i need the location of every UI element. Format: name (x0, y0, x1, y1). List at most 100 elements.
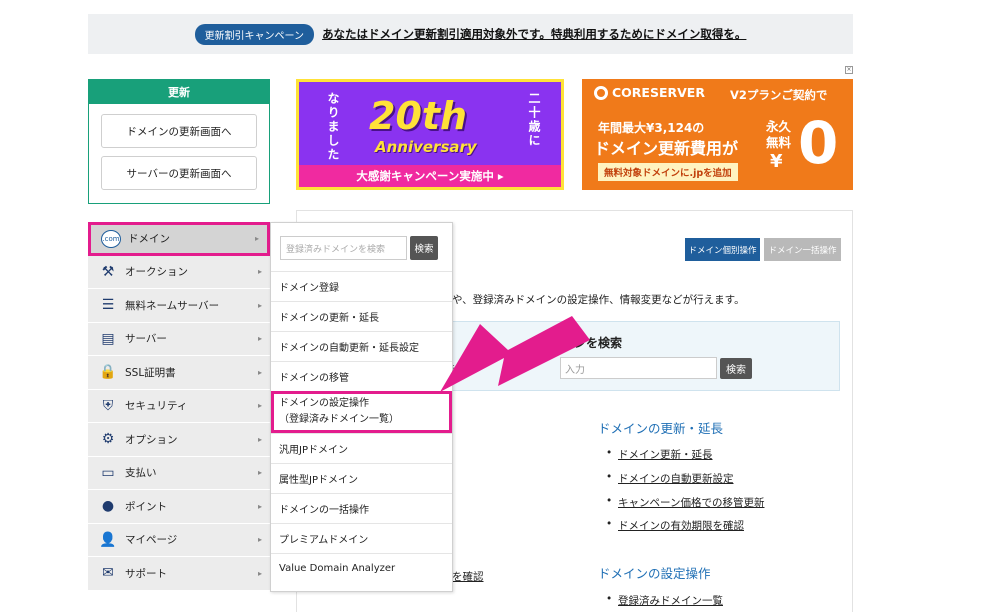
chevron-right-icon: ▸ (257, 367, 262, 377)
left-menu-label: SSL証明書 (125, 366, 176, 379)
campaign-badge: 更新割引キャンペーン (194, 23, 315, 45)
left-menu: .com ドメイン ▸ ⚒ オークション ▸ ☰ 無料ネームサーバー ▸ ▤ サーバー ▸ 🔒 SSL証明… (88, 222, 270, 591)
coreserver-line2: ドメイン更新費用が (594, 139, 739, 158)
coreserver-pill: 無料対象ドメインに.jpを追加 (598, 163, 738, 181)
flyout-item[interactable]: 汎用JPドメイン (271, 433, 452, 463)
domain-search-button[interactable]: 検索 (720, 358, 752, 379)
flyout-list: ドメイン登録 ドメインの更新・延長 ドメインの自動更新・延長設定 ドメインの移管 ドメイ… (271, 271, 452, 583)
left-menu-item[interactable]: 👤 マイページ ▸ (88, 523, 270, 557)
pointer-arrow-shape (440, 316, 590, 392)
left-menu-label: 支払い (125, 467, 157, 480)
domain-bulk-op-button[interactable]: ドメイン一括操作 (764, 238, 841, 261)
banner-left-text: なりました (326, 92, 340, 162)
section-settings-title: ドメインの設定操作 (598, 566, 711, 581)
anniversary-banner[interactable]: なりました 20th Anniversary 二十歳に 大感謝キャンペーン実施中… (296, 79, 564, 190)
coreserver-zero: 0 (798, 109, 839, 177)
dot-com-badge: .com (101, 229, 121, 248)
chevron-right-icon: ▸ (257, 468, 262, 478)
left-menu-item[interactable]: ● ポイント ▸ (88, 490, 270, 524)
left-menu-label: サーバー (125, 333, 167, 346)
left-menu-item[interactable]: ▭ 支払い ▸ (88, 456, 270, 490)
flyout-search-button[interactable]: 検索 (410, 236, 438, 260)
flyout-item[interactable]: ドメインの設定操作 （登録済みドメイン一覧） (271, 391, 452, 433)
credit-card-icon: ▭ (101, 464, 115, 481)
coreserver-banner[interactable]: CORESERVER V2プランご契約で 年間最大¥3,124の ドメイン更新費… (582, 79, 853, 190)
coreserver-logo-text: CORESERVER (612, 85, 705, 100)
left-menu-label: セキュリティ (125, 400, 188, 413)
flyout-item[interactable]: ドメイン登録 (271, 271, 452, 301)
chevron-right-icon: ▸ (257, 267, 262, 277)
domain-flyout-menu: 登録済みドメインを検索 検索 ドメイン登録ドメインの更新・延長ドメインの自動更新… (270, 222, 453, 592)
dot-com-icon: .com (100, 229, 122, 248)
link-campaign-transfer[interactable]: キャンペーン価格での移管更新 (606, 495, 765, 510)
link-expiry-check[interactable]: ドメインの有効期限を確認 (606, 518, 744, 533)
coreserver-muryo-text: 無料 (766, 135, 792, 150)
piggy-bank-icon: ● (101, 498, 115, 515)
shield-icon: ⛨ (102, 397, 114, 414)
mail-icon: ✉ (102, 565, 114, 582)
banner-right-text: 二十歳に (527, 92, 541, 148)
flyout-item[interactable]: プレミアムドメイン (271, 523, 452, 553)
link-auto-renew[interactable]: ドメインの自動更新設定 (606, 471, 733, 486)
gear-icon: ⚙ (101, 431, 115, 448)
flyout-item-label: 属性型JPドメイン (279, 475, 358, 486)
coreserver-plan-text: V2プランご契約で (730, 88, 828, 102)
renew-panel: 更新 ドメインの更新画面へ サーバーの更新画面へ (88, 79, 270, 204)
left-menu-item[interactable]: .com ドメイン ▸ (88, 222, 270, 256)
flyout-item-label: プレミアムドメイン (279, 535, 369, 546)
domain-renew-button[interactable]: ドメインの更新画面へ (101, 114, 257, 148)
left-menu-item[interactable]: ☰ 無料ネームサーバー ▸ (88, 289, 270, 323)
coreserver-logo: CORESERVER (594, 85, 705, 100)
left-menu-label: ドメイン (128, 233, 170, 246)
flyout-item-sublabel: （登録済みドメイン一覧） (279, 414, 399, 425)
left-menu-item[interactable]: ✉ サポート ▸ (88, 557, 270, 591)
ad-close-icon[interactable]: × (845, 66, 853, 74)
flyout-item[interactable]: 属性型JPドメイン (271, 463, 452, 493)
flyout-item[interactable]: ドメインの自動更新・延長設定 (271, 331, 452, 361)
flyout-item[interactable]: Value Domain Analyzer (271, 553, 452, 583)
chevron-right-icon: ▸ (257, 501, 262, 511)
flyout-search-input[interactable]: 登録済みドメインを検索 (280, 236, 407, 260)
left-menu-item[interactable]: ⚙ オプション ▸ (88, 423, 270, 457)
coreserver-yen: ¥ (770, 151, 783, 172)
renew-title: 更新 (89, 80, 269, 104)
banner-20th-title: 20th (369, 94, 468, 138)
pointer-arrow (440, 316, 590, 392)
flyout-item-label: ドメインの更新・延長 (279, 313, 379, 324)
campaign-bar: 更新割引キャンペーン あなたはドメイン更新割引適用対象外です。特典利用するために… (88, 14, 853, 54)
link-domain-renew[interactable]: ドメイン更新・延長 (606, 447, 712, 462)
banner-campaign-strip: 大感謝キャンペーン実施中 ▸ (299, 165, 561, 187)
server-renew-button[interactable]: サーバーの更新画面へ (101, 156, 257, 190)
left-menu-label: サポート (125, 567, 167, 580)
section-renew-title: ドメインの更新・延長 (598, 421, 724, 436)
flyout-item[interactable]: ドメインの一括操作 (271, 493, 452, 523)
domain-single-op-button[interactable]: ドメイン個別操作 (685, 238, 760, 261)
chevron-right-icon: ▸ (257, 334, 262, 344)
flyout-item-label: ドメインの設定操作 (279, 398, 369, 409)
link-confirm[interactable]: を確認 (452, 569, 484, 584)
left-menu-item[interactable]: ▤ サーバー ▸ (88, 322, 270, 356)
link-registered-domains[interactable]: 登録済みドメイン一覧 (606, 593, 723, 608)
flyout-item-label: ドメインの自動更新・延長設定 (279, 343, 419, 354)
chevron-right-icon: ▸ (257, 434, 262, 444)
left-menu-label: ポイント (125, 500, 167, 513)
coreserver-line1: 年間最大¥3,124の (598, 121, 705, 135)
flyout-item[interactable]: ドメインの移管 (271, 361, 452, 391)
flyout-item-label: Value Domain Analyzer (279, 563, 396, 574)
banner-anniversary-text: Anniversary (375, 138, 477, 156)
left-menu-label: オークション (125, 266, 188, 279)
left-menu-label: 無料ネームサーバー (125, 299, 220, 312)
flyout-item[interactable]: ドメインの更新・延長 (271, 301, 452, 331)
campaign-link[interactable]: あなたはドメイン更新割引適用対象外です。特典利用するためにドメイン取得を。 (322, 26, 746, 42)
left-menu-item[interactable]: ⚒ オークション ▸ (88, 255, 270, 289)
chevron-right-icon: ▸ (254, 234, 259, 244)
flyout-item-label: ドメインの一括操作 (279, 505, 369, 516)
left-menu-label: マイページ (125, 534, 178, 547)
user-icon: 👤 (99, 531, 117, 548)
left-menu-item[interactable]: ⛨ セキュリティ ▸ (88, 389, 270, 423)
coreserver-logo-icon (594, 85, 608, 100)
left-menu-item[interactable]: 🔒 SSL証明書 ▸ (88, 356, 270, 390)
chevron-right-icon: ▸ (257, 300, 262, 310)
flyout-item-label: 汎用JPドメイン (279, 445, 348, 456)
coreserver-eikyu: 永久 無料 (766, 119, 791, 151)
